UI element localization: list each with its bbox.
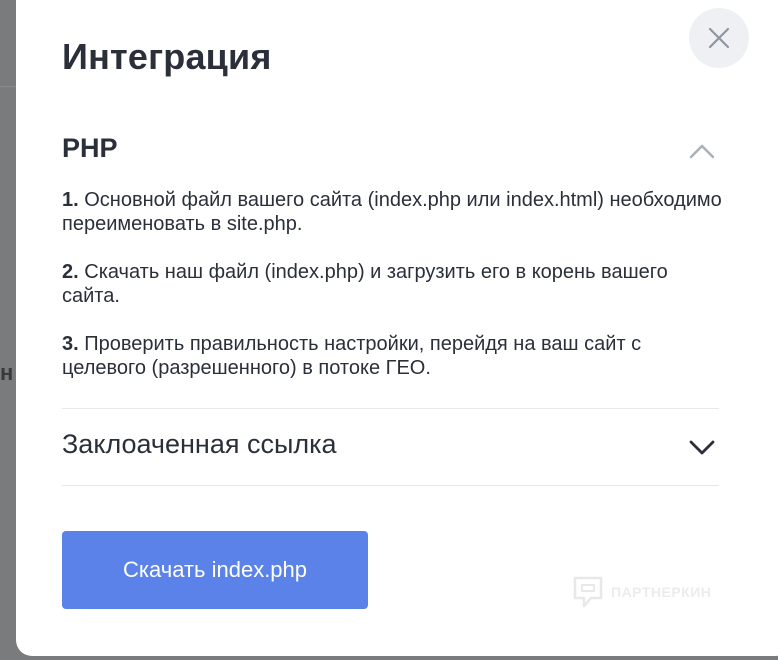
step-number: 2. (62, 261, 79, 283)
download-index-php-button[interactable]: Скачать index.php (62, 531, 368, 609)
cloaked-link-section-title: Заклоаченная ссылка (62, 429, 337, 459)
php-step: 3. Проверить правильность настройки, пер… (62, 332, 722, 380)
php-steps: 1. Основной файл вашего сайта (index.php… (62, 188, 722, 404)
step-number: 1. (62, 189, 79, 211)
background-divider (0, 86, 16, 87)
php-section-header[interactable]: PHP (62, 133, 719, 173)
chevron-down-icon (689, 440, 715, 455)
step-text: Основной файл вашего сайта (index.php ил… (62, 189, 722, 235)
integration-modal: Интеграция PHP 1. Основной файл вашего с… (16, 0, 778, 656)
step-text: Проверить правильность настройки, перейд… (62, 333, 642, 379)
php-step: 1. Основной файл вашего сайта (index.php… (62, 188, 722, 236)
php-step: 2. Скачать наш файл (index.php) и загруз… (62, 260, 722, 308)
step-number: 3. (62, 333, 79, 355)
watermark-text: ПАРТНЕРКИН (611, 584, 712, 600)
close-button[interactable] (689, 8, 749, 68)
php-section-title: PHP (62, 133, 118, 163)
section-divider (62, 485, 719, 486)
step-text: Скачать наш файл (index.php) и загрузить… (62, 261, 668, 307)
watermark: ПАРТНЕРКИН (573, 576, 711, 608)
cloaked-link-section-header[interactable]: Заклоаченная ссылка (62, 429, 719, 469)
modal-title: Интеграция (62, 36, 272, 77)
watermark-logo-icon (573, 576, 603, 608)
close-icon (708, 27, 730, 49)
chevron-up-icon (689, 144, 715, 159)
background-text: н (0, 360, 14, 385)
section-divider (62, 408, 719, 409)
